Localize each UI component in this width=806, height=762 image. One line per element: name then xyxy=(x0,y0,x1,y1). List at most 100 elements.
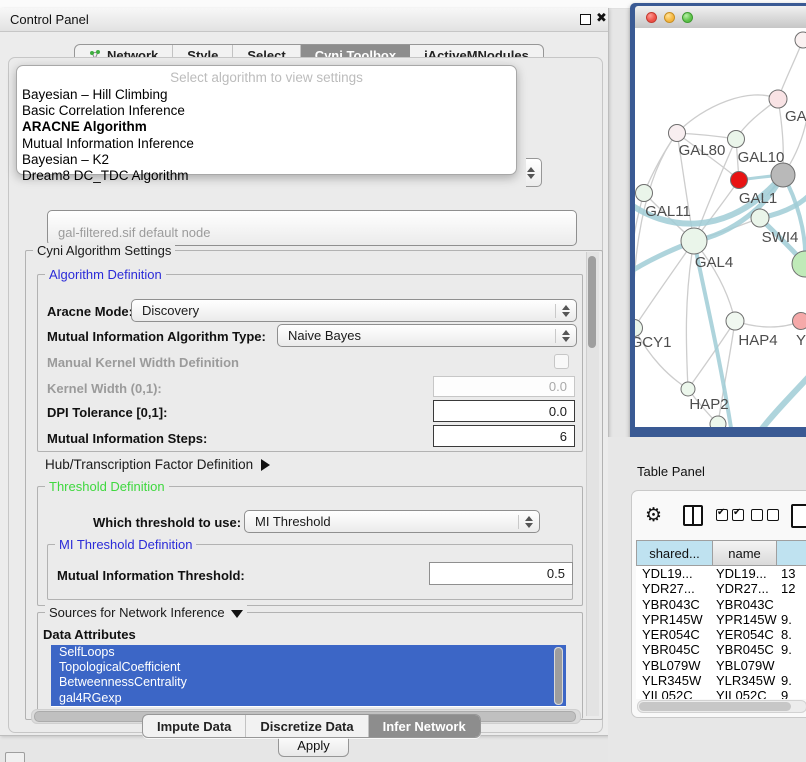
deselect-all-icon[interactable] xyxy=(751,509,779,521)
network-node-gal[interactable] xyxy=(769,90,787,108)
float-window-icon[interactable] xyxy=(580,14,591,25)
close-traffic-light[interactable] xyxy=(646,12,657,23)
network-edge[interactable] xyxy=(677,95,778,133)
close-icon[interactable]: ✖ xyxy=(596,10,607,26)
network-edge[interactable] xyxy=(761,370,806,427)
algorithm-option-bayesian-k2[interactable]: Bayesian – K2 xyxy=(17,152,516,168)
table-cell: YER054C xyxy=(713,627,777,642)
aracne-mode-value: Discovery xyxy=(142,303,199,318)
network-node-hap2[interactable] xyxy=(681,382,695,396)
data-attributes-list[interactable]: SelfLoopsTopologicalCoefficientBetweenne… xyxy=(51,645,566,707)
network-view-window[interactable]: GALGAL80GAL10GAL1GAL11SWI4GAL4GCY1HAP4YH… xyxy=(630,3,806,453)
table-row[interactable]: YPR145WYPR145W9. xyxy=(636,612,806,627)
table-horizontal-scrollbar-thumb[interactable] xyxy=(639,702,791,711)
network-edge[interactable] xyxy=(778,40,803,99)
network-selector-combo[interactable]: gal-filtered.sif default node xyxy=(47,210,577,246)
algorithm-option-basic-correlation-inference[interactable]: Basic Correlation Inference xyxy=(17,103,516,119)
network-node-hap4[interactable] xyxy=(726,312,744,330)
network-node[interactable] xyxy=(710,416,726,427)
split-pane-icon[interactable] xyxy=(683,505,703,526)
gear-icon[interactable]: ⚙ xyxy=(645,505,662,527)
tab-infer-network[interactable]: Infer Network xyxy=(369,715,480,737)
which-threshold-combo[interactable]: MI Threshold xyxy=(244,510,540,533)
tab-discretize-data[interactable]: Discretize Data xyxy=(246,715,368,737)
dpi-tolerance-input[interactable]: 0.0 xyxy=(433,400,575,422)
node-label-hap2: HAP2 xyxy=(689,396,728,413)
algorithm-dropdown-placeholder: Select algorithm to view settings xyxy=(17,69,516,87)
attribute-item-topologicalcoefficient[interactable]: TopologicalCoefficient xyxy=(51,660,566,675)
select-all-icon[interactable] xyxy=(716,509,744,521)
network-node-swi4[interactable] xyxy=(751,209,769,227)
algorithm-option-bayesian-hill-climbing[interactable]: Bayesian – Hill Climbing xyxy=(17,87,516,103)
table-row[interactable]: YER054CYER054C8. xyxy=(636,627,806,642)
network-selector-value: gal-filtered.sif default node xyxy=(58,225,210,240)
network-node-gal10[interactable] xyxy=(728,131,745,148)
network-window-titlebar[interactable] xyxy=(635,6,806,29)
network-node-gal11[interactable] xyxy=(636,185,653,202)
network-node-gal4[interactable] xyxy=(681,228,707,254)
algorithm-option-mutual-information-inference[interactable]: Mutual Information Inference xyxy=(17,136,516,152)
table-row[interactable]: YIL052CYIL052C9 xyxy=(636,688,806,699)
node-label-swi4: SWI4 xyxy=(762,229,799,246)
network-node-gal1[interactable] xyxy=(731,172,748,189)
table-rows: YDL19...YDL19...13YDR27...YDR27...12YBR0… xyxy=(636,566,806,699)
data-attributes-label: Data Attributes xyxy=(43,627,136,642)
hub-definition-expander[interactable]: Hub/Transcription Factor Definition xyxy=(45,457,270,472)
table-row[interactable]: YLR345WYLR345W9. xyxy=(636,673,806,688)
which-threshold-label: Which threshold to use: xyxy=(93,515,241,530)
table-cell: 9 xyxy=(777,688,806,699)
collapse-arrow-icon xyxy=(231,610,243,618)
algorithm-option-aracne-algorithm[interactable]: ARACNE Algorithm xyxy=(17,119,516,135)
network-node-y[interactable] xyxy=(793,313,806,330)
document-icon[interactable] xyxy=(791,504,806,528)
mi-type-combo[interactable]: Naive Bayes xyxy=(277,324,577,347)
manual-kernel-checkbox[interactable] xyxy=(554,354,569,369)
attribute-item-betweennesscentrality[interactable]: BetweennessCentrality xyxy=(51,675,566,690)
column-header-name[interactable]: name xyxy=(713,540,777,566)
network-edge[interactable] xyxy=(635,133,677,328)
sources-group-title[interactable]: Sources for Network Inference xyxy=(45,605,247,620)
inference-algorithm-combo-peek[interactable] xyxy=(526,158,542,187)
unchecked-box-icon xyxy=(767,509,779,521)
network-edge[interactable] xyxy=(644,133,677,193)
table-row[interactable]: YBR043CYBR043C xyxy=(636,597,806,612)
aracne-mode-combo[interactable]: Discovery xyxy=(131,299,577,322)
minimized-panel-icon[interactable] xyxy=(5,752,25,762)
kernel-width-input[interactable]: 0.0 xyxy=(433,376,575,397)
minimize-traffic-light[interactable] xyxy=(664,12,675,23)
column-header-clipped[interactable] xyxy=(777,540,806,566)
table-cell: 9. xyxy=(777,612,806,627)
network-canvas[interactable]: GALGAL80GAL10GAL1GAL11SWI4GAL4GCY1HAP4YH… xyxy=(635,28,806,427)
aracne-mode-label: Aracne Mode: xyxy=(47,304,133,319)
mi-steps-value: 6 xyxy=(560,429,567,444)
mi-threshold-input[interactable]: 0.5 xyxy=(429,562,573,585)
network-node-gal80[interactable] xyxy=(669,125,686,142)
table-cell: 9. xyxy=(777,642,806,657)
table-cell: YIL052C xyxy=(713,688,777,699)
node-label-gal1: GAL1 xyxy=(739,190,777,207)
attributes-scrollbar-thumb[interactable] xyxy=(555,648,562,704)
table-row[interactable]: YBR045CYBR045C9. xyxy=(636,642,806,657)
network-graph[interactable]: GALGAL80GAL10GAL1GAL11SWI4GAL4GCY1HAP4YH… xyxy=(635,28,806,427)
attribute-item-gal4rgexp[interactable]: gal4RGexp xyxy=(51,691,566,706)
settings-scrollbar-thumb[interactable] xyxy=(588,256,596,348)
which-threshold-value: MI Threshold xyxy=(255,514,331,529)
table-row[interactable]: YDR27...YDR27...12 xyxy=(636,581,806,596)
node-label-gcy1: GCY1 xyxy=(635,334,671,351)
network-edge[interactable] xyxy=(686,241,694,389)
algorithm-dropdown-list[interactable]: Select algorithm to view settings Bayesi… xyxy=(16,65,517,175)
network-node[interactable] xyxy=(771,163,795,187)
table-row[interactable]: YBL079WYBL079W xyxy=(636,658,806,673)
algorithm-option-dream8-dc-tdc-algorithm[interactable]: Dream8 DC_TDC Algorithm xyxy=(17,168,516,184)
mi-steps-input[interactable]: 6 xyxy=(433,425,575,447)
column-header-shared-name[interactable]: shared... xyxy=(636,540,713,566)
network-node[interactable] xyxy=(795,32,806,48)
zoom-traffic-light[interactable] xyxy=(682,12,693,23)
tab-impute-data[interactable]: Impute Data xyxy=(143,715,246,737)
network-edge[interactable] xyxy=(735,321,801,327)
dpi-tolerance-label: DPI Tolerance [0,1]: xyxy=(47,405,167,420)
table-panel-title: Table Panel xyxy=(637,464,705,479)
attribute-item-selfloops[interactable]: SelfLoops xyxy=(51,645,566,660)
table-row[interactable]: YDL19...YDL19...13 xyxy=(636,566,806,581)
expander-arrow-icon xyxy=(261,459,270,471)
